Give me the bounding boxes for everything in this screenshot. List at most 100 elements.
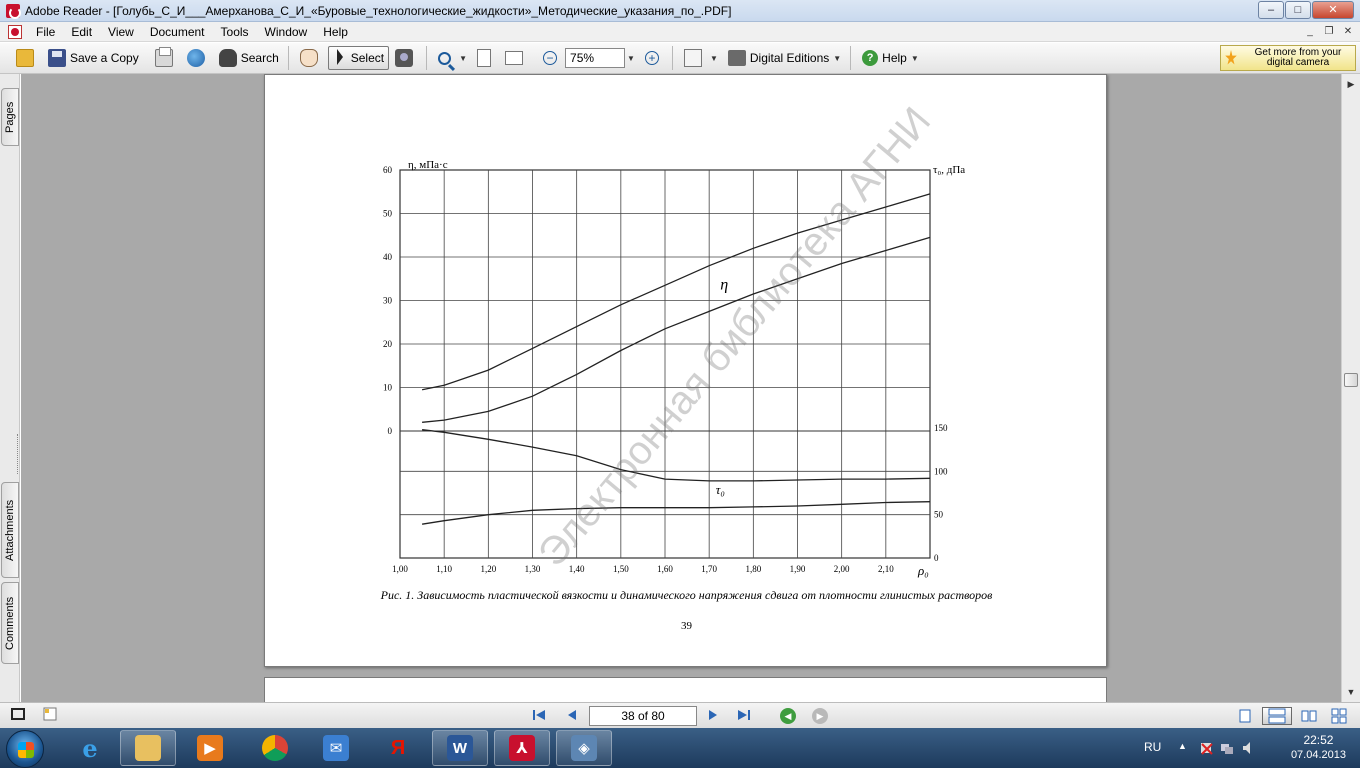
attachments-tab[interactable]: Attachments [1,482,19,578]
taskbar-chrome[interactable] [247,730,303,766]
last-page-icon[interactable] [735,707,753,725]
menu-view[interactable]: View [100,22,142,42]
hand-tool-button[interactable] [296,46,326,70]
open-button[interactable] [12,46,42,70]
previous-page-icon[interactable] [563,707,581,725]
start-button[interactable] [6,730,44,768]
menu-edit[interactable]: Edit [63,22,100,42]
show-hidden-icons-icon[interactable]: ▲ [1178,741,1192,755]
right-tick-label: 150 [934,423,948,433]
digital-camera-promo[interactable]: Get more from your digital camera [1220,45,1356,71]
toolbar-separator [426,46,428,70]
page-number-input[interactable]: 38 of 80 [589,706,697,726]
volume-icon[interactable] [1242,741,1256,755]
scroll-up-icon[interactable]: ▶ [1342,76,1360,93]
zoom-level-input[interactable]: 75% [565,48,626,68]
language-indicator[interactable]: RU [1144,740,1161,754]
viscosity-chart: 1,00 1,10 1,20 1,30 1,40 1,50 1,60 1,70 1,80 1,90… [383,159,965,578]
taskbar-adobe-reader[interactable]: ⅄ [494,730,550,766]
fullscreen-icon[interactable] [10,707,26,725]
scroll-down-icon[interactable]: ▼ [1342,684,1360,701]
document-icon[interactable] [8,24,22,39]
taskbar-mail[interactable]: ✉ [308,730,364,766]
zoom-tool-button[interactable]: ▼ [434,46,471,70]
go-back-icon[interactable]: ◀ [780,708,796,724]
doc-close-button[interactable]: ✕ [1340,24,1356,39]
select-tool-button[interactable]: Select [327,46,390,70]
select-label: Select [350,51,385,65]
pane-resize-grip[interactable] [17,434,20,474]
yandex-icon: Я [390,736,406,759]
left-tick-label: 40 [383,252,393,262]
taskbar-word[interactable]: W [432,730,488,766]
facing-view-icon[interactable] [1300,707,1318,725]
right-axis-label: τ₀, дПа [933,164,965,176]
chevron-down-icon: ▼ [833,53,842,63]
x-tick-label: 1,00 [392,564,408,574]
taskbar-yandex[interactable]: Я [370,730,426,766]
left-axis-label: η, мПа·с [408,159,448,171]
fit-width-button[interactable] [501,46,531,70]
help-label: Help [882,51,907,65]
title-bar: Adobe Reader - [Голубь_С_И___Амерханова_… [0,0,1360,22]
continuous-facing-view-icon[interactable] [1330,707,1348,725]
print-button[interactable] [151,46,181,70]
zoom-in-button[interactable]: + [641,46,667,70]
taskbar-network-app[interactable]: ◈ [556,730,612,766]
zoom-dropdown-icon[interactable]: ▼ [627,54,635,63]
x-tick-label: 2,00 [834,564,850,574]
globe-email-icon [186,49,205,67]
document-area[interactable]: 1,00 1,10 1,20 1,30 1,40 1,50 1,60 1,70 1,80 1,90… [21,74,1341,702]
menu-window[interactable]: Window [257,22,316,42]
page-layout-button[interactable]: ▼ [680,46,722,70]
close-button[interactable]: ✕ [1312,1,1354,19]
doc-minimize-button[interactable]: _ [1302,24,1318,39]
single-page-view-icon[interactable] [1236,707,1254,725]
window-controls: – □ ✕ [1257,1,1354,19]
email-button[interactable] [183,46,213,70]
zoom-out-button[interactable]: − [539,46,565,70]
digital-editions-icon [727,50,746,66]
chevron-down-icon: ▼ [459,53,468,63]
next-page-icon[interactable] [704,707,722,725]
pages-icon [683,49,702,67]
scrollbar-thumb[interactable] [1344,373,1358,387]
action-center-icon[interactable] [1200,741,1214,755]
continuous-view-icon[interactable] [1262,707,1292,725]
taskbar-media-player[interactable]: ▶ [182,730,238,766]
folder-icon [16,49,34,67]
digital-editions-button[interactable]: Digital Editions ▼ [724,46,845,70]
menu-file[interactable]: File [28,22,63,42]
minimize-button[interactable]: – [1258,1,1284,19]
x-axis-label: ρ₀ [917,563,929,578]
vertical-scrollbar[interactable]: ▶ ▼ [1341,74,1360,702]
first-page-icon[interactable] [530,707,548,725]
x-tick-label: 1,20 [480,564,496,574]
network-icon[interactable] [1220,741,1234,755]
save-copy-button[interactable]: Save a Copy [44,46,143,70]
help-button[interactable]: ? Help ▼ [858,46,923,70]
left-tick-label: 60 [383,165,393,175]
search-button[interactable]: Search [215,46,283,70]
comments-tab[interactable]: Comments [1,582,19,664]
chevron-down-icon: ▼ [910,53,919,63]
hand-icon [299,49,318,67]
fit-page-button[interactable] [473,46,499,70]
bookmark-icon[interactable] [42,707,58,725]
menu-help[interactable]: Help [315,22,356,42]
go-forward-icon[interactable]: ▶ [812,708,828,724]
menu-document[interactable]: Document [142,22,213,42]
document-controls: _ ❐ ✕ [1299,24,1356,39]
doc-restore-button[interactable]: ❐ [1321,24,1337,39]
maximize-button[interactable]: □ [1285,1,1311,19]
pages-tab[interactable]: Pages [1,88,19,146]
clock[interactable]: 22:52 07.04.2013 [1291,733,1346,763]
taskbar-explorer[interactable] [120,730,176,766]
snapshot-button[interactable] [391,46,421,70]
clock-time: 22:52 [1303,733,1334,747]
taskbar-internet-explorer[interactable]: e [62,730,118,766]
network-app-icon: ◈ [571,735,597,761]
magnifier-icon [438,51,452,65]
menu-tools[interactable]: Tools [213,22,257,42]
save-copy-label: Save a Copy [70,51,139,65]
